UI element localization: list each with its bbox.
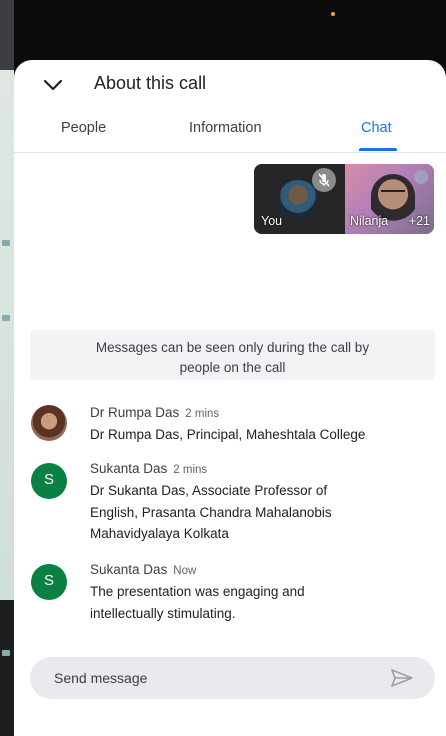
tile-indicator xyxy=(414,170,428,184)
message-line: Mahavidyalaya Kolkata xyxy=(90,526,229,541)
send-message-input[interactable] xyxy=(52,666,356,690)
avatar: S xyxy=(31,463,67,499)
self-video-tile[interactable]: You xyxy=(254,164,345,234)
chat-notice: Messages can be seen only during the cal… xyxy=(30,330,435,380)
message-line: Dr Sukanta Das, Associate Professor of xyxy=(90,483,328,498)
self-label: You xyxy=(261,214,283,228)
chevron-down-icon[interactable] xyxy=(42,76,64,94)
mic-off-icon xyxy=(312,168,336,192)
tab-people[interactable]: People xyxy=(61,120,106,136)
message-text: Dr Sukanta Das, Associate Professor of E… xyxy=(90,480,430,545)
avatar xyxy=(31,405,67,441)
participant-video-tile[interactable]: Nilanja +21 xyxy=(345,164,434,234)
message-time: 2 mins xyxy=(185,408,220,420)
background-detail xyxy=(2,240,10,246)
message-line: intellectually stimulating. xyxy=(90,605,236,621)
participant-video-detail xyxy=(381,190,405,197)
page-title: About this call xyxy=(94,73,207,93)
avatar xyxy=(278,180,318,220)
message-line: English, Prasanta Chandra Mahalanobis xyxy=(90,504,332,520)
tab-information[interactable]: Information xyxy=(189,120,262,136)
sender-name: Sukanta Das xyxy=(90,562,168,577)
message-text: The presentation was engaging and intell… xyxy=(90,581,430,624)
background-detail xyxy=(2,315,10,321)
sender-name: Sukanta Das xyxy=(90,461,168,476)
message-time: Now xyxy=(173,565,197,577)
status-indicator-dot xyxy=(331,12,335,16)
tab-bar: People Information Chat xyxy=(14,112,446,153)
notice-line-2: people on the call xyxy=(179,360,286,375)
message-line: The presentation was engaging and xyxy=(90,584,305,599)
message-meta: Dr Rumpa Das 2 mins xyxy=(90,405,219,420)
more-participants-count: +21 xyxy=(408,214,430,228)
message-composer xyxy=(30,657,435,699)
message-time: 2 mins xyxy=(173,464,208,476)
sender-name: Dr Rumpa Das xyxy=(90,405,180,420)
participant-label: Nilanja xyxy=(350,214,389,228)
sheet-header: About this call xyxy=(14,60,446,110)
background-detail xyxy=(2,650,10,656)
about-call-sheet: About this call People Information Chat … xyxy=(14,60,446,736)
message-meta: Sukanta Das Now xyxy=(90,562,196,577)
background-app-strip xyxy=(0,0,14,736)
message-text: Dr Rumpa Das, Principal, Maheshtala Coll… xyxy=(90,427,366,442)
avatar: S xyxy=(31,564,67,600)
participant-tiles: You Nilanja +21 xyxy=(254,164,434,234)
active-tab-indicator xyxy=(359,148,397,151)
send-icon[interactable] xyxy=(390,667,414,689)
notice-line-1: Messages can be seen only during the cal… xyxy=(95,340,370,355)
tab-chat[interactable]: Chat xyxy=(361,120,392,136)
message-meta: Sukanta Das 2 mins xyxy=(90,461,207,476)
